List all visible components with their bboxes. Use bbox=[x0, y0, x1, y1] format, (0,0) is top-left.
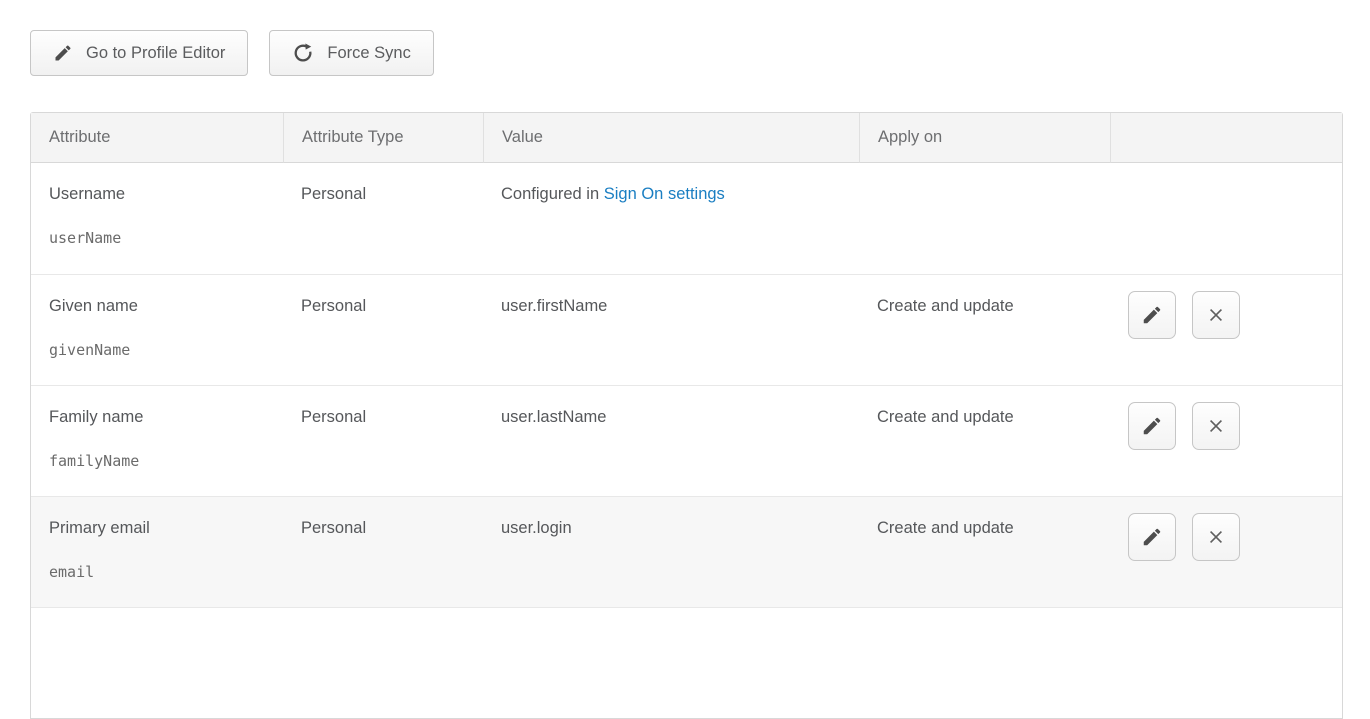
value-expression: user.lastName bbox=[501, 408, 606, 426]
x-icon bbox=[1206, 416, 1226, 436]
apply-on-cell: Create and update bbox=[859, 385, 1110, 496]
attribute-type-cell: Personal bbox=[283, 274, 483, 385]
actions-cell bbox=[1110, 385, 1342, 496]
attribute-variable-name: givenName bbox=[49, 341, 273, 359]
row-actions bbox=[1128, 291, 1332, 339]
column-header-apply-on: Apply on bbox=[859, 113, 1110, 163]
value-expression: user.login bbox=[501, 519, 572, 537]
force-sync-button[interactable]: Force Sync bbox=[269, 30, 433, 76]
attribute-display-name: Username bbox=[49, 185, 273, 204]
sign-on-settings-link[interactable]: Sign On settings bbox=[604, 185, 725, 203]
attribute-cell: Given name givenName bbox=[31, 274, 283, 385]
column-header-actions bbox=[1110, 113, 1342, 163]
apply-on-cell: Create and update bbox=[859, 274, 1110, 385]
attribute-mappings-table: Attribute Attribute Type Value Apply on … bbox=[30, 112, 1370, 719]
attribute-cell: Primary email email bbox=[31, 496, 283, 607]
refresh-icon bbox=[292, 42, 314, 64]
table-row: Given name givenName Personal user.first… bbox=[31, 274, 1342, 385]
attribute-display-name: Family name bbox=[49, 408, 273, 427]
partial-row bbox=[31, 607, 1342, 718]
delete-attribute-button[interactable] bbox=[1192, 291, 1240, 339]
row-actions bbox=[1128, 513, 1332, 561]
attribute-display-name: Given name bbox=[49, 297, 273, 316]
go-to-profile-editor-label: Go to Profile Editor bbox=[86, 44, 225, 63]
pencil-icon bbox=[1141, 526, 1163, 548]
edit-attribute-button[interactable] bbox=[1128, 402, 1176, 450]
attribute-cell: Family name familyName bbox=[31, 385, 283, 496]
go-to-profile-editor-button[interactable]: Go to Profile Editor bbox=[30, 30, 248, 76]
x-icon bbox=[1206, 527, 1226, 547]
row-actions bbox=[1128, 402, 1332, 450]
edit-attribute-button[interactable] bbox=[1128, 291, 1176, 339]
delete-attribute-button[interactable] bbox=[1192, 402, 1240, 450]
table-row: Username userName Personal Configured in… bbox=[31, 163, 1342, 274]
value-expression: user.firstName bbox=[501, 297, 607, 315]
value-cell: user.firstName bbox=[483, 274, 859, 385]
table-row: Family name familyName Personal user.las… bbox=[31, 385, 1342, 496]
attribute-variable-name: userName bbox=[49, 229, 273, 247]
force-sync-label: Force Sync bbox=[327, 44, 410, 63]
attribute-cell: Username userName bbox=[31, 163, 283, 274]
value-prefix-text: Configured in bbox=[501, 185, 604, 203]
value-cell: user.login bbox=[483, 496, 859, 607]
actions-cell bbox=[1110, 496, 1342, 607]
delete-attribute-button[interactable] bbox=[1192, 513, 1240, 561]
apply-on-cell: Create and update bbox=[859, 496, 1110, 607]
value-cell: Configured in Sign On settings bbox=[483, 163, 859, 274]
attribute-variable-name: email bbox=[49, 563, 273, 581]
x-icon bbox=[1206, 305, 1226, 325]
attribute-type-cell: Personal bbox=[283, 163, 483, 274]
attribute-display-name: Primary email bbox=[49, 519, 273, 538]
value-cell: user.lastName bbox=[483, 385, 859, 496]
attribute-table-body: Username userName Personal Configured in… bbox=[31, 163, 1342, 718]
apply-on-cell bbox=[859, 163, 1110, 274]
column-header-attribute: Attribute bbox=[31, 113, 283, 163]
attribute-type-cell: Personal bbox=[283, 385, 483, 496]
column-header-value: Value bbox=[483, 113, 859, 163]
table-header-row: Attribute Attribute Type Value Apply on bbox=[31, 113, 1342, 163]
pencil-icon bbox=[1141, 415, 1163, 437]
table-row: Primary email email Personal user.login … bbox=[31, 496, 1342, 607]
actions-cell bbox=[1110, 163, 1342, 274]
column-header-attribute-type: Attribute Type bbox=[283, 113, 483, 163]
pencil-icon bbox=[1141, 304, 1163, 326]
attribute-type-cell: Personal bbox=[283, 496, 483, 607]
pencil-icon bbox=[53, 43, 73, 63]
toolbar: Go to Profile Editor Force Sync bbox=[30, 30, 1370, 76]
edit-attribute-button[interactable] bbox=[1128, 513, 1176, 561]
actions-cell bbox=[1110, 274, 1342, 385]
attribute-variable-name: familyName bbox=[49, 452, 273, 470]
